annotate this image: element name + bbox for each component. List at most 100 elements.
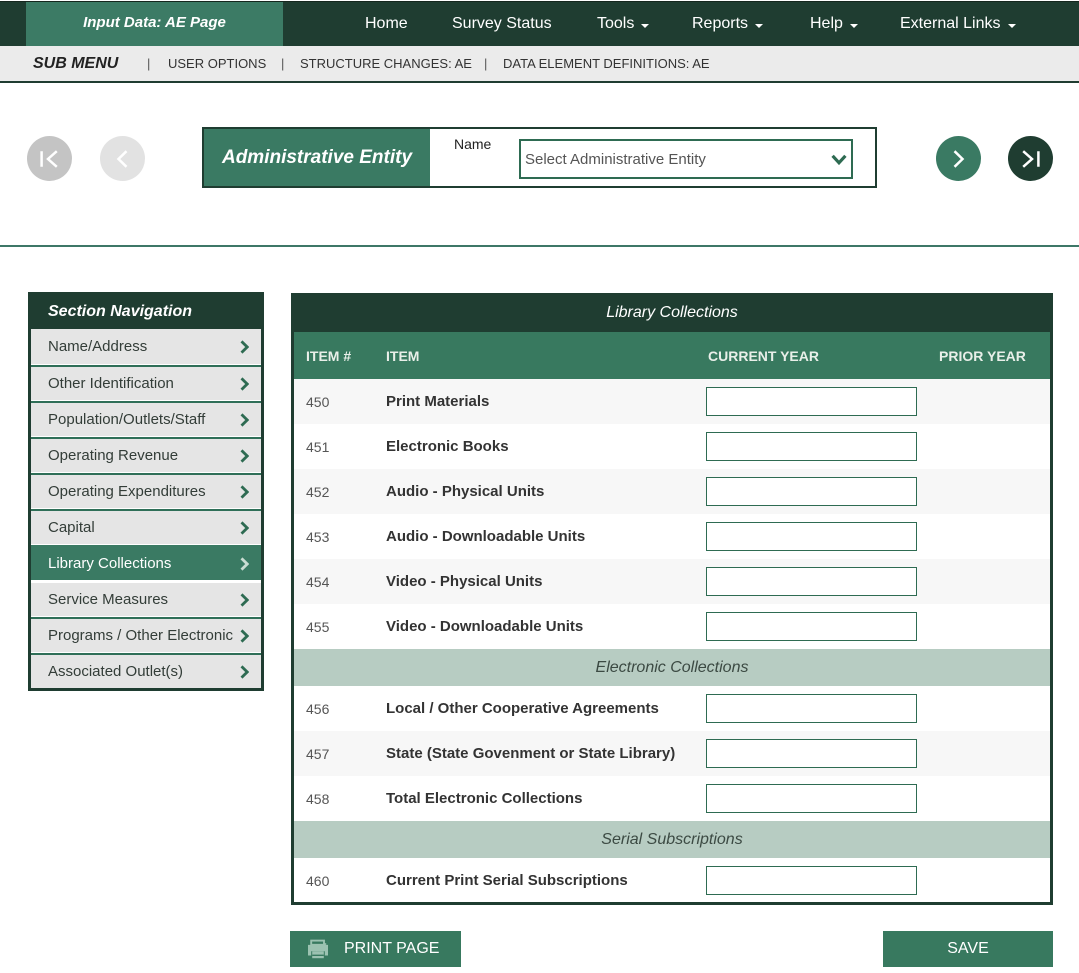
chevron-right-icon-svg (240, 377, 249, 391)
chevron-right-icon-svg (240, 340, 249, 354)
current-year-input-460[interactable] (706, 866, 917, 895)
item-label: Video - Downloadable Units (386, 604, 583, 649)
chevron-right-icon-svg (240, 485, 249, 499)
administrative-entity-box: Administrative Entity Name Select Admini… (202, 127, 877, 188)
administrative-entity-title: Administrative Entity (204, 129, 430, 186)
print-page-label: PRINT PAGE (344, 940, 439, 958)
item-number: 450 (306, 379, 329, 424)
first-record-button[interactable] (27, 136, 72, 181)
chevron-down-icon (831, 154, 847, 166)
nav-item-survey-status[interactable]: Survey Status (452, 2, 552, 47)
item-label: Print Materials (386, 379, 489, 424)
item-label: Audio - Physical Units (386, 469, 544, 514)
column-header-current-year: CURRENT YEAR (708, 332, 819, 379)
sidebar-item-operating-revenue[interactable]: Operating Revenue (31, 437, 261, 472)
sidebar-item-label: Capital (48, 519, 95, 536)
nav-item-label: Tools (597, 15, 634, 33)
chevron-right-icon (240, 340, 249, 354)
submenu-separator: | (484, 46, 487, 81)
nav-item-reports[interactable]: Reports (692, 2, 763, 47)
chevron-right-icon (240, 665, 249, 679)
chevron-right-icon (240, 377, 249, 391)
sidebar-item-operating-expenditures[interactable]: Operating Expenditures (31, 473, 261, 508)
item-label: Current Print Serial Subscriptions (386, 858, 628, 903)
sidebar-item-label: Name/Address (48, 338, 147, 355)
item-number: 454 (306, 559, 329, 604)
submenu-bar: SUB MENU USER OPTIONSSTRUCTURE CHANGES: … (0, 46, 1079, 83)
table-row-450: 450 Print Materials (294, 379, 1050, 424)
sidebar-item-label: Associated Outlet(s) (48, 663, 183, 680)
column-header-item: ITEM (386, 332, 419, 379)
administrative-entity-select[interactable]: Select Administrative Entity (519, 139, 853, 179)
current-year-input-455[interactable] (706, 612, 917, 641)
table-row-454: 454Video - Physical Units (294, 559, 1050, 604)
chevron-right-icon-svg (240, 665, 249, 679)
chevron-right-icon-svg (240, 449, 249, 463)
current-year-input-452[interactable] (706, 477, 917, 506)
table-body: 450Print Materials451Electronic Books452… (294, 379, 1050, 902)
nav-item-label: External Links (900, 15, 1001, 33)
sidebar-item-library-collections[interactable]: Library Collections (31, 545, 261, 580)
current-year-input-457[interactable] (706, 739, 917, 768)
table-row-456: 456Local / Other Cooperative Agreements (294, 686, 1050, 731)
nav-item-label: Reports (692, 15, 748, 33)
last-record-button[interactable] (1008, 136, 1053, 181)
table-row-453: 453Audio - Downloadable Units (294, 514, 1050, 559)
print-page-button[interactable]: PRINT PAGE (290, 931, 461, 967)
column-header-item: ITEM # (306, 332, 351, 379)
nav-item-home[interactable]: Home (365, 2, 408, 47)
current-year-input-453[interactable] (706, 522, 917, 551)
sidebar-item-name-address[interactable]: Name/Address (31, 329, 261, 364)
page: Input Data: AE Page Home Survey Status Too… (0, 0, 1079, 973)
sidebar-item-capital[interactable]: Capital (31, 509, 261, 544)
submenu-separator: | (281, 46, 284, 81)
sidebar-item-population-outlets-staff[interactable]: Population/Outlets/Staff (31, 401, 261, 436)
sidebar-item-label: Operating Expenditures (48, 483, 206, 500)
save-button[interactable]: SAVE (883, 931, 1053, 967)
nav-item-external-links[interactable]: External Links (900, 2, 1016, 47)
sidebar-item-programs-other-electronic[interactable]: Programs / Other Electronic (31, 617, 261, 652)
table-row-451: 451Electronic Books (294, 424, 1050, 469)
sidebar-item-label: Service Measures (48, 591, 168, 608)
sidebar-item-label: Library Collections (48, 555, 171, 572)
item-number: 456 (306, 686, 329, 731)
sidebar-item-other-identification[interactable]: Other Identification (31, 365, 261, 400)
chevron-right-icon (240, 449, 249, 463)
table-column-header: ITEM #ITEMCURRENT YEARPRIOR YEAR (294, 332, 1050, 379)
current-year-input-456[interactable] (706, 694, 917, 723)
sidebar-item-associated-outlet-s[interactable]: Associated Outlet(s) (31, 653, 261, 688)
current-year-input-450[interactable] (706, 387, 917, 416)
submenu-link-user-options[interactable]: USER OPTIONS (168, 46, 266, 81)
current-year-input-458[interactable] (706, 784, 917, 813)
section-navigation-title: Section Navigation (31, 295, 261, 328)
item-number: 458 (306, 776, 329, 821)
chevron-right-icon (240, 485, 249, 499)
chevron-right-icon-svg (240, 413, 249, 427)
caret-down-icon (1008, 24, 1016, 28)
current-year-input-451[interactable] (706, 432, 917, 461)
chevron-right-icon (240, 629, 249, 643)
active-page-tab[interactable]: Input Data: AE Page (26, 2, 283, 46)
sidebar-item-service-measures[interactable]: Service Measures (31, 581, 261, 616)
submenu-link-structure-changes-ae[interactable]: STRUCTURE CHANGES: AE (300, 46, 472, 81)
chevron-right-icon (240, 557, 249, 571)
previous-record-button[interactable] (100, 136, 145, 181)
item-label: Audio - Downloadable Units (386, 514, 585, 559)
nav-item-label: Home (365, 15, 408, 33)
nav-item-tools[interactable]: Tools (597, 2, 649, 47)
last-record-icon (1021, 150, 1040, 168)
nav-item-help[interactable]: Help (810, 2, 858, 47)
item-number: 451 (306, 424, 329, 469)
table-row-460: 460Current Print Serial Subscriptions (294, 858, 1050, 902)
section-navigation: Section Navigation Name/Address Other Ide… (28, 292, 264, 691)
item-number: 455 (306, 604, 329, 649)
submenu-link-data-element-definitions-ae[interactable]: DATA ELEMENT DEFINITIONS: AE (503, 46, 710, 81)
next-record-button[interactable] (936, 136, 981, 181)
save-label: SAVE (947, 940, 989, 958)
caret-down-icon (755, 24, 763, 28)
top-navbar: Input Data: AE Page Home Survey Status Too… (0, 1, 1079, 46)
current-year-input-454[interactable] (706, 567, 917, 596)
previous-record-icon (113, 150, 132, 168)
chevron-right-icon-svg (240, 593, 249, 607)
table-row-458: 458Total Electronic Collections (294, 776, 1050, 821)
